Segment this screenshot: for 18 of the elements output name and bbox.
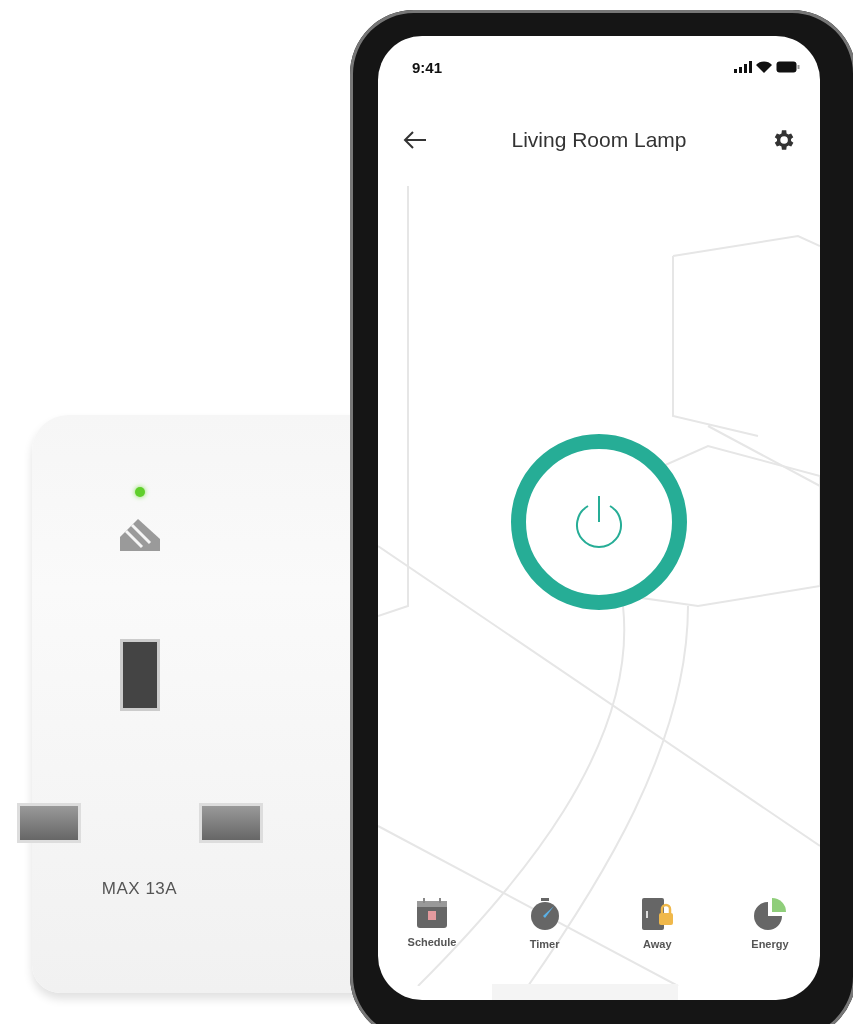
feature-button[interactable]: Away (621, 897, 694, 950)
house-logo-icon (117, 517, 162, 551)
wifi-icon (756, 61, 772, 73)
back-arrow-icon[interactable] (402, 130, 428, 150)
pie-chart-icon (752, 897, 787, 931)
feature-button[interactable]: Energy (733, 897, 806, 950)
pin-slot-icon (198, 803, 263, 843)
feature-button[interactable]: Schedule (396, 897, 468, 950)
door-lock-icon (640, 897, 675, 931)
pin-slot-icon (16, 803, 81, 843)
earth-pin-slot-icon (119, 639, 160, 711)
rating-label: MAX 13A (101, 879, 178, 899)
feature-button[interactable]: Timer (508, 897, 581, 950)
device-title: Living Room Lamp (511, 128, 687, 152)
status-time: 9:41 (412, 58, 443, 76)
calendar-icon (415, 897, 449, 929)
battery-icon (776, 61, 800, 73)
signal-icon (734, 61, 752, 73)
